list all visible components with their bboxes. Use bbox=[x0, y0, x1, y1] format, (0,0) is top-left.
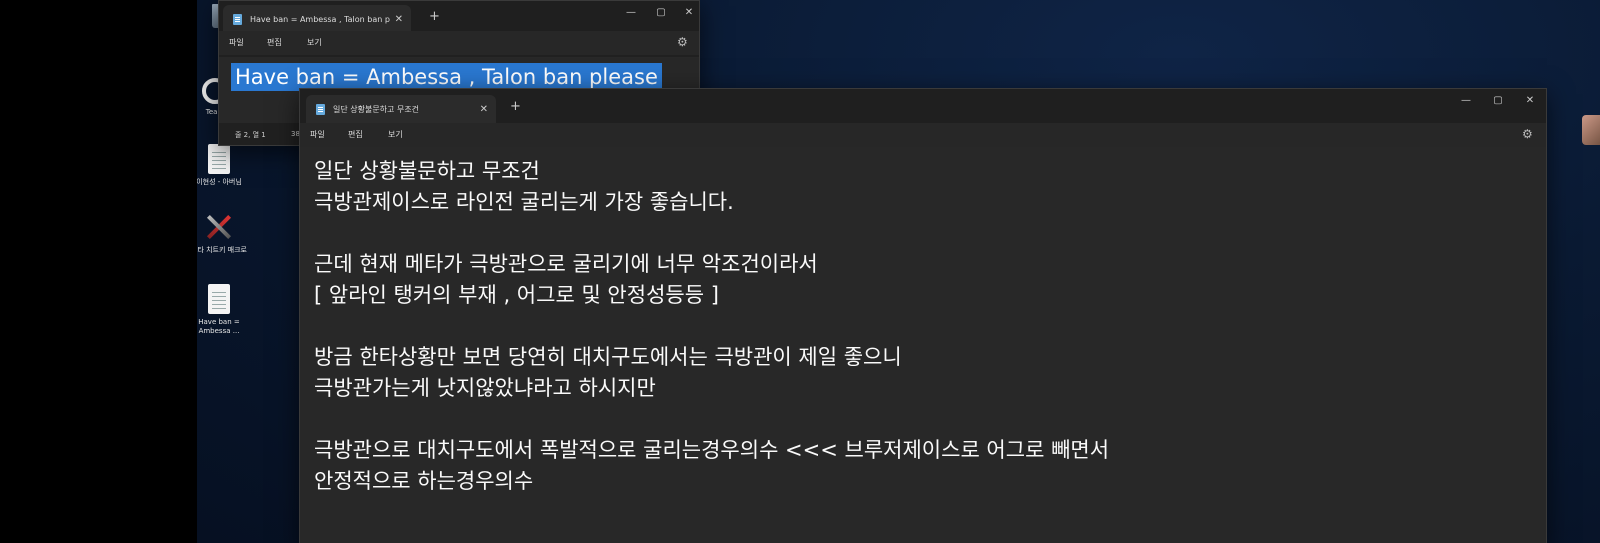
text-line: 극방관으로 대치구도에서 폭발적으로 굴리는경우의수 <<< 브루저제이스로 어… bbox=[314, 438, 1110, 462]
text-line: 방금 한타상황만 보면 당연히 대치구도에서는 극방관이 제일 좋으니 bbox=[314, 345, 902, 369]
menu-edit[interactable]: 편집 bbox=[348, 129, 363, 140]
status-position: 줄 2, 열 1 bbox=[235, 131, 266, 139]
menu-file[interactable]: 파일 bbox=[310, 129, 325, 140]
new-tab-button[interactable]: + bbox=[510, 99, 521, 114]
menu-bar: 파일 편집 보기 ⚙ bbox=[300, 123, 1546, 147]
editor-area[interactable]: 일단 상황불문하고 무조건 극방관제이스로 라인전 굴리는게 가장 좋습니다. … bbox=[300, 147, 1546, 543]
desktop-icon-document[interactable]: 이현성 - 아버님 bbox=[197, 144, 247, 187]
settings-gear-icon[interactable]: ⚙ bbox=[677, 35, 688, 49]
desktop-icon-game[interactable]: 스타 치트키 매크로 bbox=[197, 212, 247, 255]
tab-title: Have ban = Ambessa , Talon ban p bbox=[250, 14, 390, 24]
tab-active[interactable]: 일단 상황불문하고 무조건 ✕ bbox=[306, 95, 496, 123]
close-window-button[interactable]: ✕ bbox=[679, 7, 699, 18]
notepad-window-front[interactable]: 일단 상황불문하고 무조건 ✕ + — ▢ ✕ 파일 편집 보기 ⚙ 일단 상황… bbox=[299, 88, 1547, 543]
settings-gear-icon[interactable]: ⚙ bbox=[1522, 127, 1533, 141]
text-document-icon bbox=[208, 284, 230, 314]
minimize-button[interactable]: — bbox=[1456, 95, 1476, 106]
menu-edit[interactable]: 편집 bbox=[267, 37, 282, 48]
desktop-icon-label: Have ban = Ambessa ... bbox=[198, 318, 240, 335]
menu-file[interactable]: 파일 bbox=[229, 37, 244, 48]
text-line: [ 앞라인 탱커의 부재 , 어그로 및 안정성등등 ] bbox=[314, 283, 719, 307]
menu-bar: 파일 편집 보기 ⚙ bbox=[219, 31, 699, 55]
menu-view[interactable]: 보기 bbox=[388, 129, 403, 140]
avatar bbox=[1582, 115, 1600, 145]
desktop: 휴 Team 이현성 - 아버님 스타 치트키 매크로 Have ban = A… bbox=[197, 0, 1600, 543]
text-document-icon bbox=[208, 144, 230, 174]
title-bar[interactable]: 일단 상황불문하고 무조건 ✕ + — ▢ ✕ bbox=[300, 89, 1546, 123]
close-tab-icon[interactable]: ✕ bbox=[395, 14, 403, 25]
desktop-icon-label: 스타 치트키 매크로 bbox=[197, 246, 247, 254]
new-tab-button[interactable]: + bbox=[429, 9, 440, 24]
text-line: 극방관가는게 낫지않았냐라고 하시지만 bbox=[314, 376, 656, 400]
notepad-icon bbox=[316, 103, 325, 115]
title-bar[interactable]: Have ban = Ambessa , Talon ban p ✕ + — ▢… bbox=[219, 1, 699, 35]
text-line: 근데 현재 메타가 극방관으로 굴리기에 너무 악조건이라서 bbox=[314, 252, 818, 276]
desktop-icon-document[interactable]: Have ban = Ambessa ... bbox=[197, 284, 247, 336]
tab-title: 일단 상황불문하고 무조건 bbox=[333, 104, 420, 114]
maximize-button[interactable]: ▢ bbox=[1488, 95, 1508, 106]
maximize-button[interactable]: ▢ bbox=[651, 7, 671, 18]
selected-text-line: Have ban = Ambessa , Talon ban please bbox=[231, 63, 662, 91]
menu-view[interactable]: 보기 bbox=[307, 37, 322, 48]
text-line: 일단 상황불문하고 무조건 bbox=[314, 159, 540, 183]
text-line: 안정적으로 하는경우의수 bbox=[314, 469, 534, 493]
close-window-button[interactable]: ✕ bbox=[1520, 95, 1540, 106]
tab-active[interactable]: Have ban = Ambessa , Talon ban p ✕ bbox=[223, 5, 411, 33]
text-line: 극방관제이스로 라인전 굴리는게 가장 좋습니다. bbox=[314, 190, 734, 214]
notepad-icon bbox=[233, 13, 242, 25]
close-tab-icon[interactable]: ✕ bbox=[480, 104, 488, 115]
minimize-button[interactable]: — bbox=[621, 7, 641, 18]
desktop-icon-label: 이현성 - 아버님 bbox=[197, 178, 242, 186]
game-shortcut-icon bbox=[204, 212, 234, 242]
